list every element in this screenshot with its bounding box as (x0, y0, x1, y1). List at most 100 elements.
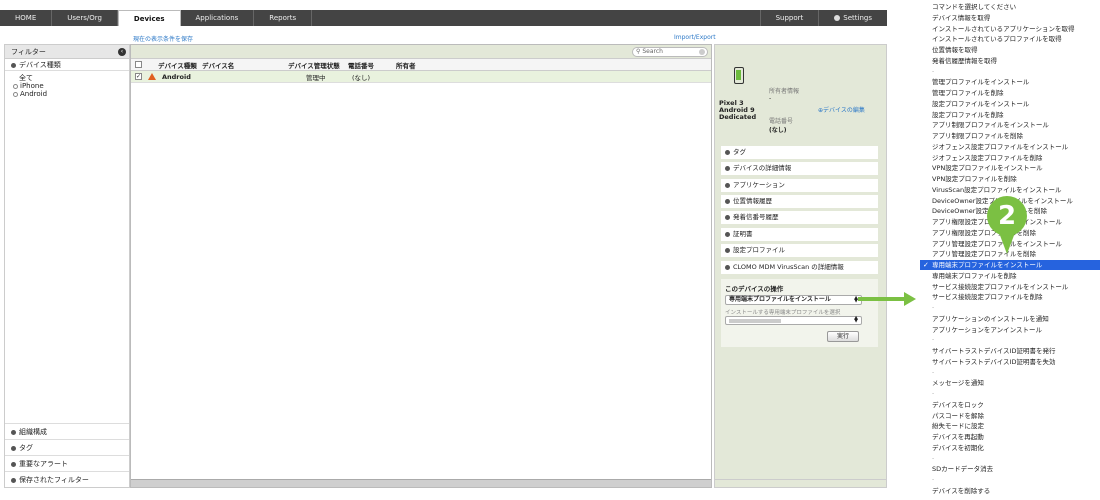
section-tag[interactable]: タグ (5, 439, 129, 455)
expand-icon (725, 214, 730, 220)
menu-item[interactable]: サービス接続設定プロファイルをインストール (932, 282, 1068, 292)
expand-icon (725, 149, 730, 155)
search-input[interactable]: ⚲ Search (632, 47, 708, 57)
menu-item[interactable]: メッセージを通知 (932, 378, 984, 388)
menu-item[interactable]: VirusScan設定プロファイルをインストール (932, 185, 1061, 195)
menu-item-label: アプリ制限プロファイルをインストール (932, 121, 1049, 130)
accordion-label: デバイスの詳細情報 (733, 164, 792, 172)
tree-item-all[interactable]: 全て (13, 74, 129, 82)
menu-item[interactable]: ✓ 専用端末プロファイルをインストール (920, 260, 1100, 270)
expand-icon (725, 231, 730, 237)
section-alert[interactable]: 重要なアラート (5, 455, 129, 471)
col-owner[interactable]: 所有者 (396, 60, 436, 70)
expand-icon (11, 477, 16, 483)
menu-item[interactable]: サービス接続設定プロファイルを削除 (932, 292, 1043, 302)
row-checkbox[interactable]: ✓ (135, 73, 142, 80)
edit-device-link[interactable]: ⊕デバイスの編集 (818, 105, 865, 114)
tab-home[interactable]: HOME (0, 10, 53, 26)
menu-item[interactable]: デバイス情報を取得 (932, 13, 990, 23)
menu-item[interactable]: 紛失モードに設定 (932, 421, 984, 431)
accordion-config-profiles[interactable]: 設定プロファイル (721, 244, 878, 257)
menu-item[interactable]: 設定プロファイルを削除 (932, 110, 1004, 120)
col-manage-status[interactable]: デバイス管理状態 (288, 60, 348, 70)
select-all-checkbox[interactable] (135, 61, 142, 68)
menu-item-label: アプリ管理設定プロファイルをインストール (932, 239, 1062, 248)
menu-item[interactable]: サイバートラストデバイスID証明書を失効 (932, 357, 1055, 367)
smartphone-icon (734, 67, 744, 84)
col-device-type[interactable]: デバイス種類 (158, 60, 202, 70)
menu-item[interactable]: VPN設定プロファイルをインストール (932, 163, 1043, 173)
device-list-panel: ⚲ Search デバイス種類 デバイス名 デバイス管理状態 電話番号 所有者 … (130, 44, 712, 488)
menu-item[interactable]: アプリ制限プロファイルを削除 (932, 131, 1023, 141)
horizontal-scrollbar[interactable] (131, 479, 711, 487)
menu-item[interactable]: 設定プロファイルをインストール (932, 99, 1029, 109)
menu-item[interactable]: VPN設定プロファイルを削除 (932, 174, 1017, 184)
menu-item[interactable]: アプリケーションをアンインストール (932, 325, 1042, 335)
accordion-location-history[interactable]: 位置情報履歴 (721, 195, 878, 208)
accordion-label: 発着信番号履歴 (733, 213, 779, 221)
menu-item[interactable]: 管理プロファイルをインストール (932, 77, 1029, 87)
menu-item[interactable]: インストールされているアプリケーションを取得 (932, 24, 1075, 34)
menu-item[interactable]: 発着信履歴情報を取得 (932, 56, 997, 66)
settings-link[interactable]: Settings (818, 10, 887, 26)
save-view-link[interactable]: 現在の表示条件を保存 (133, 34, 193, 43)
detail-scrollbar[interactable] (715, 479, 886, 487)
tree-item-iphone[interactable]: iPhone (13, 82, 129, 90)
menu-item[interactable]: アプリ管理設定プロファイルを削除 (932, 249, 1036, 259)
menu-item[interactable]: 専用端末プロファイルを削除 (932, 271, 1017, 281)
menu-item[interactable]: サイバートラストデバイスID証明書を発行 (932, 346, 1055, 356)
section-saved-filter[interactable]: 保存されたフィルター (5, 471, 129, 487)
accordion-virusscan[interactable]: CLOMO MDM VirusScan の詳細情報 (721, 261, 878, 274)
menu-item[interactable]: アプリ制限プロファイルをインストール (932, 120, 1049, 130)
menu-item[interactable]: デバイスを再起動 (932, 432, 984, 442)
updown-icon: ▲ ▼ (854, 315, 858, 324)
menu-item-label: ジオフェンス設定プロファイルを削除 (932, 153, 1043, 162)
menu-separator: - (932, 336, 935, 344)
menu-item[interactable]: ジオフェンス設定プロファイルをインストール (932, 142, 1068, 152)
tab-devices[interactable]: Devices (117, 10, 181, 26)
tab-applications[interactable]: Applications (181, 10, 255, 26)
accordion-device-details[interactable]: デバイスの詳細情報 (721, 162, 878, 175)
command-select[interactable]: 専用端末プロファイルをインストール ▲ ▼ (725, 295, 862, 305)
menu-item[interactable]: アプリ管理設定プロファイルをインストール (932, 239, 1062, 249)
menu-item[interactable]: アプリケーションのインストールを通知 (932, 314, 1049, 324)
menu-item[interactable]: 管理プロファイルを削除 (932, 88, 1004, 98)
tab-reports[interactable]: Reports (254, 10, 313, 26)
clear-search-icon[interactable] (699, 49, 705, 55)
collapse-icon[interactable]: ‹ (118, 48, 126, 56)
top-nav: HOME Users/Org Devices Applications Repo… (0, 10, 887, 26)
menu-item-label: デバイスを削除する (932, 486, 991, 495)
import-export-link[interactable]: Import/Export (674, 34, 716, 41)
owner-label: 所有者情報 (769, 88, 800, 95)
menu-item-label: パスコードを解除 (932, 411, 984, 420)
accordion-applications[interactable]: アプリケーション (721, 179, 878, 192)
menu-item[interactable]: パスコードを解除 (932, 411, 984, 421)
search-placeholder: Search (642, 48, 663, 55)
device-type-section[interactable]: デバイス種類 (5, 59, 129, 71)
accordion-call-history[interactable]: 発着信番号履歴 (721, 211, 878, 224)
menu-item[interactable]: 位置情報を取得 (932, 45, 978, 55)
expand-icon (11, 461, 16, 467)
menu-item[interactable]: デバイスをロック (932, 400, 984, 410)
menu-item[interactable]: デバイスを初期化 (932, 443, 984, 453)
menu-item[interactable]: ジオフェンス設定プロファイルを削除 (932, 153, 1042, 163)
table-row[interactable]: ✓ Android 管理中 (なし) (131, 71, 711, 83)
tree-item-android[interactable]: Android (13, 90, 129, 98)
col-device-name[interactable]: デバイス名 (202, 60, 288, 70)
menu-item[interactable]: デバイスを削除する (932, 486, 990, 496)
accordion-certificates[interactable]: 証明書 (721, 228, 878, 241)
nav-right: Support Settings (759, 10, 887, 26)
phone-screen (736, 70, 741, 80)
execute-button[interactable]: 実行 (827, 331, 859, 342)
col-phone[interactable]: 電話番号 (348, 60, 396, 70)
expand-icon (11, 429, 16, 435)
cell-phone: (なし) (352, 73, 371, 82)
menu-item[interactable]: インストールされているプロファイルを取得 (932, 34, 1062, 44)
support-link[interactable]: Support (759, 10, 819, 26)
section-org[interactable]: 組織構成 (5, 423, 129, 439)
expand-icon (725, 247, 730, 253)
menu-item[interactable]: SDカードデータ消去 (932, 464, 993, 474)
tab-users-org[interactable]: Users/Org (52, 10, 118, 26)
profile-select[interactable]: ▲ ▼ (725, 316, 862, 325)
accordion-tag[interactable]: タグ (721, 146, 878, 159)
